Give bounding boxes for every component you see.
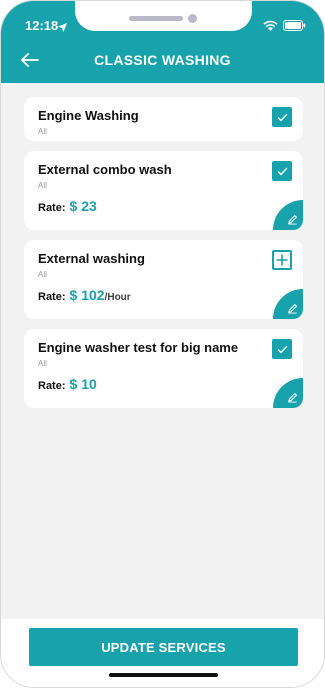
checkmark-icon — [277, 167, 288, 176]
service-category: All — [38, 270, 47, 279]
wifi-icon — [263, 18, 278, 36]
service-category: All — [38, 359, 47, 368]
phone-frame: 12:18 CLASSIC WASHING Engine Washing All… — [0, 0, 325, 688]
service-name: Engine washer test for big name — [38, 340, 239, 355]
update-services-button[interactable]: UPDATE SERVICES — [29, 628, 298, 666]
checkmark-icon — [277, 345, 288, 354]
service-checkbox[interactable] — [272, 161, 292, 181]
service-category: All — [38, 127, 47, 136]
camera-dot — [188, 14, 197, 23]
status-icons — [263, 18, 306, 36]
service-checkbox[interactable] — [272, 107, 292, 127]
service-name: External washing — [38, 251, 145, 266]
page-title: CLASSIC WASHING — [94, 52, 231, 68]
rate-label: Rate: — [38, 380, 66, 392]
service-name: External combo wash — [38, 162, 172, 177]
speaker-grill — [129, 16, 183, 21]
services-list: Engine Washing All External combo wash A… — [24, 97, 303, 418]
rate-label: Rate: — [38, 291, 66, 303]
checkmark-icon — [277, 113, 288, 122]
rate-value: $ 10 — [69, 376, 97, 392]
rate-unit: /Hour — [104, 292, 131, 303]
pencil-icon — [287, 392, 297, 403]
service-checkbox-unchecked[interactable] — [272, 250, 292, 270]
location-arrow-icon — [58, 19, 67, 37]
service-checkbox[interactable] — [272, 339, 292, 359]
pencil-icon — [287, 303, 297, 314]
service-category: All — [38, 181, 47, 190]
phone-notch — [75, 1, 252, 31]
rate-row: Rate: $ 23 — [38, 198, 289, 214]
rate-row: Rate: $ 102 /Hour — [38, 287, 289, 303]
service-card[interactable]: External washing All Rate: $ 102 /Hour — [24, 240, 303, 319]
rate-value: $ 23 — [69, 198, 97, 214]
battery-icon — [283, 18, 306, 36]
status-time: 12:18 — [25, 18, 59, 33]
rate-value: $ 102 — [69, 287, 105, 303]
rate-row: Rate: $ 10 — [38, 376, 289, 392]
rate-label: Rate: — [38, 202, 66, 214]
footer-bar: UPDATE SERVICES — [1, 619, 324, 687]
plus-icon — [276, 254, 288, 266]
service-card[interactable]: External combo wash All Rate: $ 23 — [24, 151, 303, 230]
service-card[interactable]: Engine Washing All — [24, 97, 303, 141]
service-card[interactable]: Engine washer test for big name All Rate… — [24, 329, 303, 408]
service-name: Engine Washing — [38, 108, 139, 123]
pencil-icon — [287, 214, 297, 225]
home-indicator — [109, 673, 218, 677]
app-header: 12:18 CLASSIC WASHING — [1, 1, 324, 83]
